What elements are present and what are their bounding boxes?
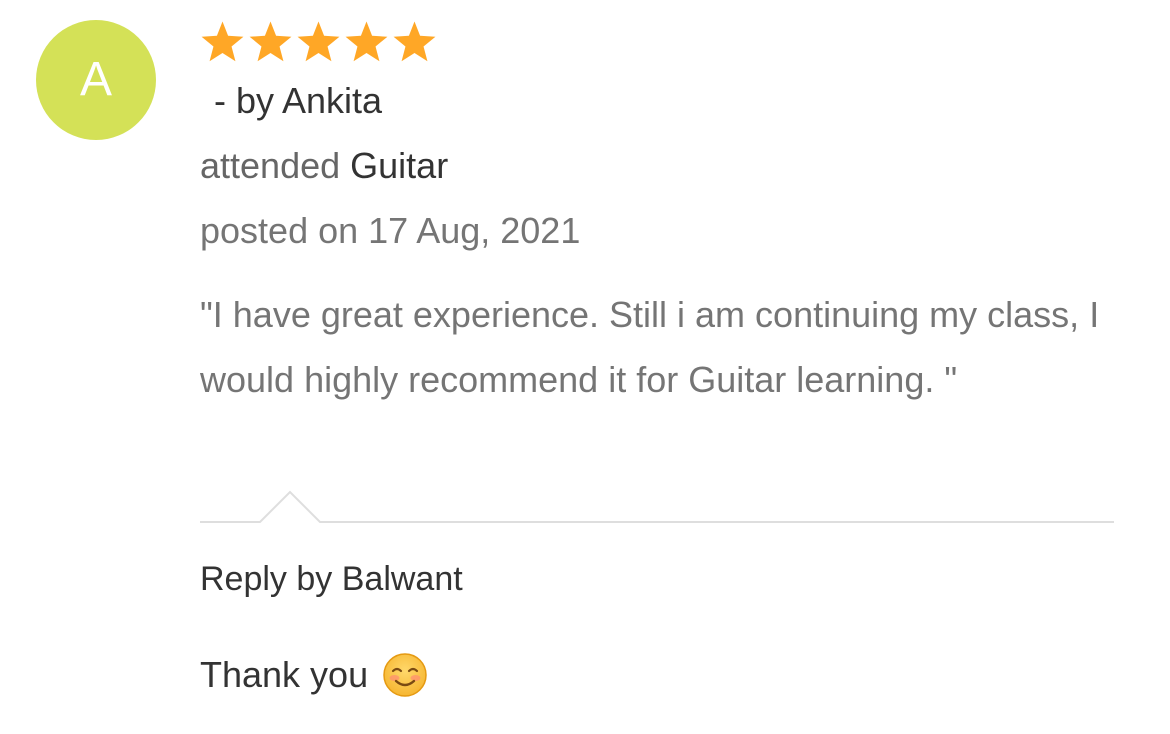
star-icon: [393, 21, 436, 62]
review-card: A - by Ankita attended Guitar posted on …: [0, 0, 1170, 734]
posted-date: posted on 17 Aug, 2021: [200, 210, 581, 251]
reply-divider: [200, 490, 1114, 523]
star-icon: [249, 21, 292, 62]
attended-label: attended: [200, 145, 341, 186]
smiling-face-emoji-icon: [383, 653, 427, 697]
review-comment: "I have great experience. Still i am con…: [200, 294, 1100, 400]
star-rating: [200, 20, 437, 66]
star-icon: [201, 21, 244, 62]
star-icon: [345, 21, 388, 62]
avatar-initial: A: [79, 53, 112, 106]
review-author: - by Ankita: [214, 80, 383, 121]
avatar: A: [36, 20, 156, 140]
reply-author: Reply by Balwant: [200, 560, 463, 598]
reply-text: Thank you: [200, 654, 369, 695]
star-icon: [297, 21, 340, 62]
attended-course: attended Guitar: [200, 145, 448, 187]
course-name: Guitar: [350, 145, 449, 186]
reply-message: Thank you: [200, 652, 428, 698]
